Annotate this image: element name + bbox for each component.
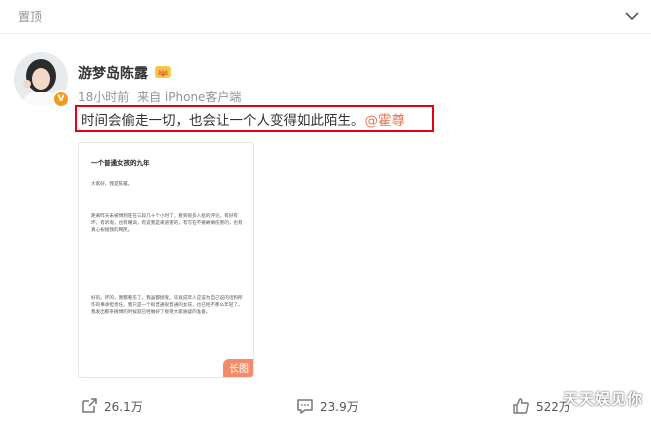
verified-badge-icon: V xyxy=(52,90,70,108)
repost-count: 26.1万 xyxy=(104,399,143,414)
post-time[interactable]: 18小时前 xyxy=(78,90,129,104)
long-image-greeting: 大家好，我是陈露。 xyxy=(91,182,133,187)
post-meta: 18小时前 来自 iPhone客户端 xyxy=(78,88,245,105)
thumbs-up-icon xyxy=(513,398,529,414)
post-source: 来自 iPhone客户端 xyxy=(137,90,242,104)
long-image-title: 一个普通女孩的九年 xyxy=(91,159,150,167)
post-topbar: 置顶 xyxy=(0,0,651,34)
username[interactable]: 游梦岛陈露 xyxy=(78,63,148,83)
post-body: 时间会偷走一切，也会让一个人变得如此陌生。 xyxy=(81,113,365,129)
mention-link[interactable]: @霍尊 xyxy=(365,113,406,129)
repost-icon xyxy=(82,398,97,413)
crown-icon[interactable] xyxy=(154,63,172,79)
action-bar: 26.1万 23.9万 522万 xyxy=(0,394,651,424)
long-image-paragraph-1: 距离昨天未被博到旺在三段几十个小时了，看到很多人给的评论，有好有坏，有听瑕，也有… xyxy=(91,214,243,233)
long-image-badge: 长图 xyxy=(223,359,253,377)
long-image-paragraph-2: 好的。坏的，我都看见了，我虽都接受。毕竟成年人应该为自己说的话和所作的事承担责任… xyxy=(91,296,243,315)
post-text-highlighted: 时间会偷走一切，也会让一个人变得如此陌生。@霍尊 xyxy=(75,105,434,132)
repost-button[interactable]: 26.1万 xyxy=(80,394,143,418)
pinned-label: 置顶 xyxy=(18,10,43,24)
comment-icon xyxy=(297,399,313,414)
comment-button[interactable]: 23.9万 xyxy=(296,394,359,418)
comment-count: 23.9万 xyxy=(320,399,359,414)
watermark-text: 天天娱见你 xyxy=(562,390,643,408)
avatar[interactable]: V xyxy=(14,52,70,108)
chevron-down-icon[interactable] xyxy=(623,7,641,25)
long-image-preview[interactable]: 一个普通女孩的九年 大家好，我是陈露。 距离昨天未被博到旺在三段几十个小时了，看… xyxy=(78,142,254,378)
